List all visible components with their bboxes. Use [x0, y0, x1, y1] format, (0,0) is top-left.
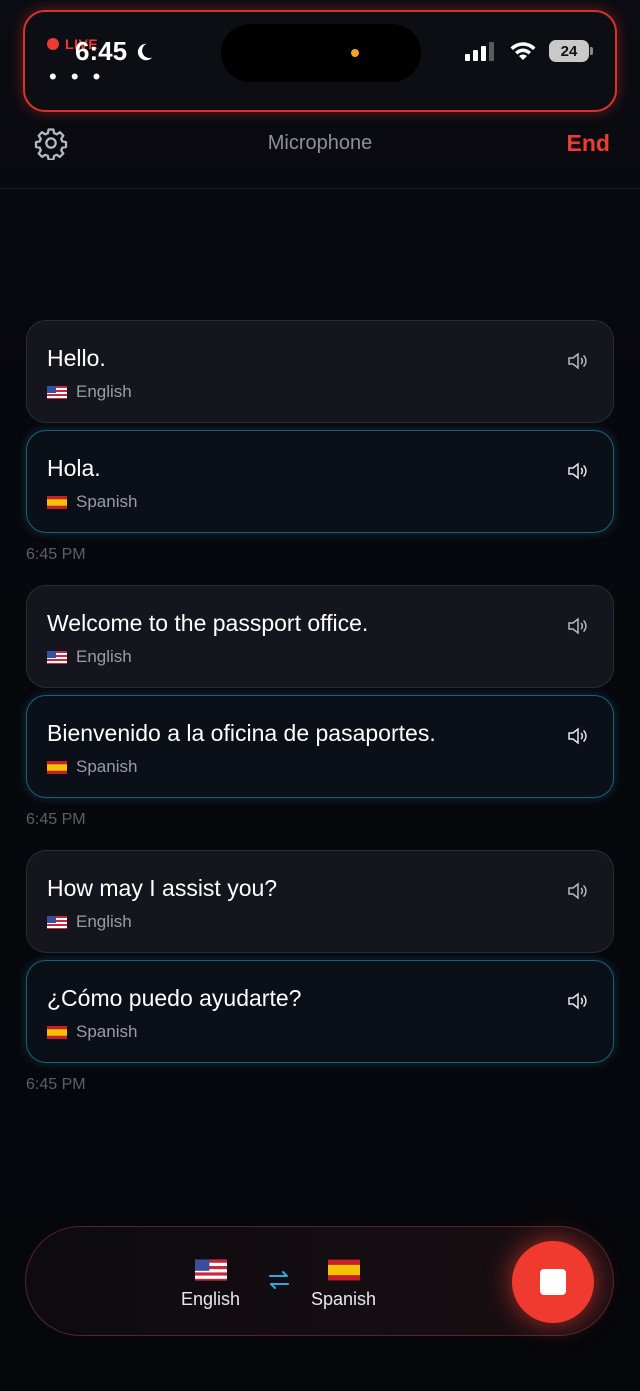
- us-flag-icon: [47, 385, 67, 399]
- message-text: How may I assist you?: [47, 875, 278, 901]
- message-text: Hola.: [47, 455, 101, 481]
- language-label: Spanish: [76, 1022, 138, 1041]
- header: Microphone End: [0, 112, 640, 189]
- spain-flag-icon: [327, 1259, 360, 1281]
- speaker-icon[interactable]: [567, 616, 589, 636]
- clock-time: 6:45: [75, 36, 128, 66]
- speaker-icon[interactable]: [567, 351, 589, 371]
- translated-message-card: Hola. Spanish: [26, 430, 614, 533]
- clock: 6:45: [75, 36, 155, 67]
- stop-recording-button[interactable]: [512, 1241, 594, 1323]
- message-text: ¿Cómo puedo ayudarte?: [47, 985, 302, 1011]
- speaker-icon[interactable]: [567, 881, 589, 901]
- message-timestamp: 6:45 PM: [26, 1076, 86, 1093]
- dynamic-island: [221, 24, 421, 82]
- message-timestamp: 6:45 PM: [26, 546, 86, 563]
- message-language: Spanish: [47, 1022, 137, 1042]
- language-label: Spanish: [76, 757, 138, 776]
- page-title: Microphone: [267, 132, 373, 154]
- spain-flag-icon: [47, 760, 67, 774]
- translated-message-card: ¿Cómo puedo ayudarte? Spanish: [26, 960, 614, 1063]
- original-message-card: Welcome to the passport office. English: [26, 585, 614, 688]
- wifi-icon: [510, 42, 536, 60]
- message-text: Welcome to the passport office.: [47, 610, 369, 636]
- end-button[interactable]: End: [567, 130, 610, 157]
- cellular-signal-icon: [465, 42, 494, 61]
- swap-arrows-icon[interactable]: [266, 1267, 292, 1293]
- message-language: English: [47, 647, 132, 667]
- mic-in-use-dot-icon: [351, 49, 359, 57]
- target-language-label: Spanish: [311, 1289, 377, 1309]
- language-label: English: [76, 912, 132, 931]
- stop-icon: [540, 1269, 566, 1295]
- spain-flag-icon: [47, 1025, 67, 1039]
- menu-dots[interactable]: • • •: [49, 64, 104, 90]
- target-language-button[interactable]: Spanish: [311, 1259, 376, 1310]
- battery-level: 24: [560, 42, 578, 60]
- message-text: Hello.: [47, 345, 106, 371]
- moon-icon: [137, 43, 153, 60]
- original-message-card: How may I assist you? English: [26, 850, 614, 953]
- language-label: Spanish: [76, 492, 138, 511]
- recording-dot-icon: [47, 38, 59, 50]
- translated-message-card: Bienvenido a la oficina de pasaportes. S…: [26, 695, 614, 798]
- message-text: Bienvenido a la oficina de pasaportes.: [47, 720, 436, 746]
- message-language: Spanish: [47, 757, 137, 777]
- status-icons: 24: [465, 40, 593, 62]
- us-flag-icon: [194, 1259, 227, 1281]
- language-label: English: [76, 382, 132, 401]
- speaker-icon[interactable]: [567, 461, 589, 481]
- speaker-icon[interactable]: [567, 726, 589, 746]
- original-message-card: Hello. English: [26, 320, 614, 423]
- message-timestamp: 6:45 PM: [26, 811, 86, 828]
- language-control-bar: English Spanish: [25, 1226, 614, 1336]
- spain-flag-icon: [47, 495, 67, 509]
- battery-icon: 24: [549, 40, 593, 62]
- us-flag-icon: [47, 915, 67, 929]
- message-language: English: [47, 382, 132, 402]
- message-language: Spanish: [47, 492, 137, 512]
- us-flag-icon: [47, 650, 67, 664]
- message-language: English: [47, 912, 132, 932]
- source-language-button[interactable]: English: [181, 1259, 240, 1310]
- language-label: English: [76, 647, 132, 666]
- speaker-icon[interactable]: [567, 991, 589, 1011]
- source-language-label: English: [181, 1289, 241, 1309]
- status-bar: LIVE 6:45 • • • 24: [23, 10, 617, 112]
